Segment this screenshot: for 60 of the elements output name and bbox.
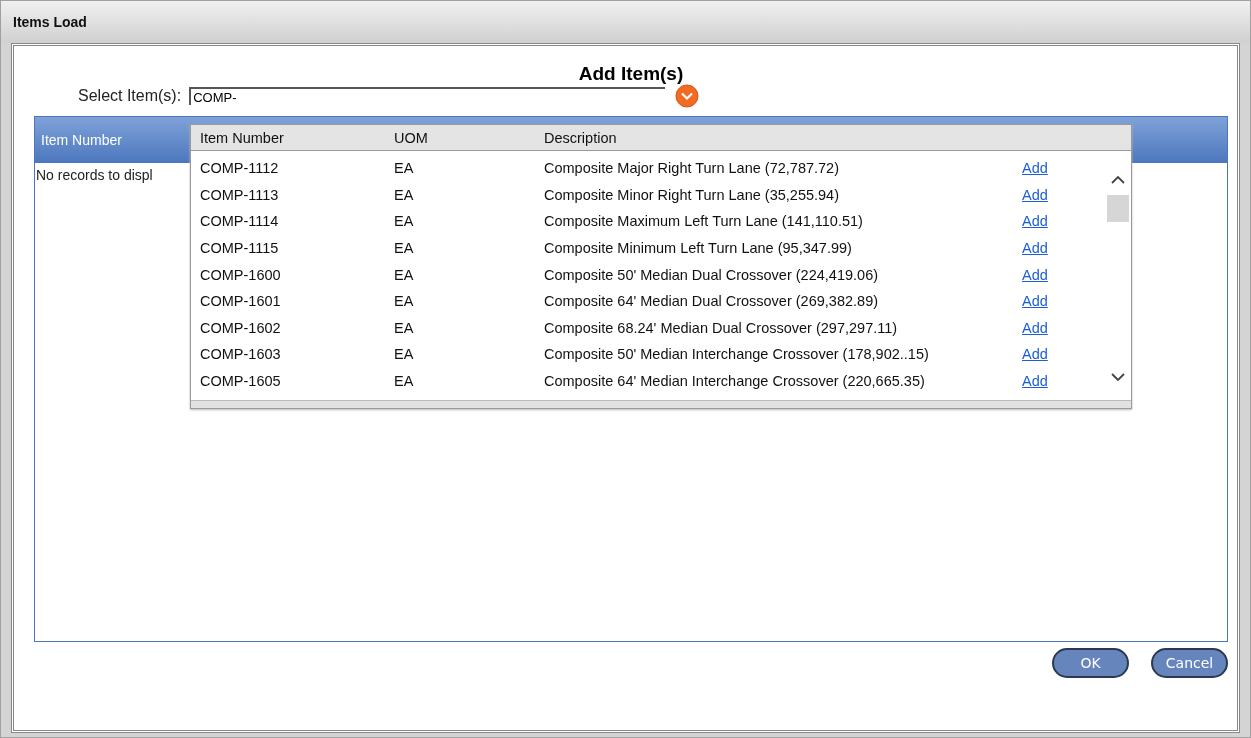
- item-number: COMP-1605: [200, 373, 282, 390]
- item-number: COMP-1115: [200, 240, 280, 257]
- item-number: COMP-1112: [200, 160, 280, 177]
- uom: EA: [394, 160, 415, 177]
- description: Composite 64' Median Interchange Crossover (220,665.35): [544, 373, 926, 390]
- uom: EA: [394, 373, 415, 390]
- horizontal-scrollbar[interactable]: [191, 400, 1131, 408]
- add-link[interactable]: Add: [1022, 160, 1048, 177]
- select-label: Select Item(s):: [78, 87, 182, 105]
- uom: EA: [394, 186, 415, 203]
- add-link[interactable]: Add: [1022, 319, 1048, 336]
- item-number: COMP-1603: [200, 346, 282, 363]
- uom: EA: [394, 213, 415, 230]
- description: Composite Major Right Turn Lane (72,787.72): [544, 160, 840, 177]
- list-row[interactable]: COMP-1605 EA Composite 64' Median Interchange Crossover (220,665.35) Add: [200, 367, 1105, 395]
- dialog-heading: Add Item(s): [577, 63, 685, 86]
- list-row[interactable]: COMP-1603 EA Composite 50' Median Interchange Crossover (178,902..15) Add: [200, 341, 1105, 368]
- description: Composite Minimum Left Turn Lane (95,347.99): [544, 240, 853, 257]
- description: Composite 50' Median Dual Crossover (224,419.06): [544, 266, 880, 283]
- item-number: COMP-1114: [200, 213, 280, 230]
- add-link[interactable]: Add: [1022, 266, 1048, 283]
- description: Composite 64' Median Dual Crossover (269,382.89): [544, 293, 880, 310]
- list-row[interactable]: COMP-1602 EA Composite 68.24' Median Dual Crossover (297,297.11) Add: [200, 314, 1105, 342]
- uom: EA: [394, 319, 415, 336]
- window-title: Items Load: [13, 14, 87, 30]
- list-row[interactable]: COMP-1112 EA Composite Major Right Turn Lane (72,787.72) Add: [200, 155, 1105, 182]
- scroll-down-icon[interactable]: [1111, 372, 1125, 382]
- item-number: COMP-1113: [200, 186, 280, 203]
- item-number: COMP-1602: [200, 319, 282, 336]
- description: Composite Minor Right Turn Lane (35,255.94): [544, 186, 840, 203]
- add-link[interactable]: Add: [1022, 213, 1048, 230]
- column-header[interactable]: Description: [544, 129, 1022, 146]
- column-header[interactable]: UOM: [394, 129, 544, 146]
- empty-message: No records to displ: [35, 166, 153, 183]
- uom: EA: [394, 266, 415, 283]
- select-field[interactable]: COMP-: [189, 87, 666, 105]
- dialog-button[interactable]: OK: [1052, 648, 1129, 678]
- add-link[interactable]: Add: [1022, 346, 1048, 363]
- dropdown-icon[interactable]: [675, 84, 700, 108]
- description: Composite 68.24' Median Dual Crossover (297,297.11): [544, 319, 899, 336]
- dialog-button[interactable]: Cancel: [1151, 648, 1228, 678]
- add-link[interactable]: Add: [1022, 240, 1048, 257]
- list-row[interactable]: COMP-1115 EA Composite Minimum Left Turn Lane (95,347.99) Add: [200, 234, 1105, 262]
- scroll-up-icon[interactable]: [1111, 175, 1125, 185]
- add-link[interactable]: Add: [1022, 186, 1048, 203]
- description: Composite 50' Median Interchange Crossover (178,902..15): [544, 346, 930, 363]
- uom: EA: [394, 346, 415, 363]
- uom: EA: [394, 293, 415, 310]
- scroll-thumb[interactable]: [1107, 195, 1129, 222]
- column-header[interactable]: Item Number: [200, 129, 394, 146]
- list-row[interactable]: COMP-1601 EA Composite 64' Median Dual Crossover (269,382.89) Add: [200, 287, 1105, 315]
- add-link[interactable]: Add: [1022, 373, 1048, 390]
- list-row[interactable]: COMP-1114 EA Composite Maximum Left Turn Lane (141,110.51) Add: [200, 208, 1105, 235]
- item-number: COMP-1601: [200, 293, 282, 310]
- list-row[interactable]: COMP-1113 EA Composite Minor Right Turn Lane (35,255.94) Add: [200, 181, 1105, 209]
- list-row[interactable]: COMP-1600 EA Composite 50' Median Dual Crossover (224,419.06) Add: [200, 261, 1105, 288]
- uom: EA: [394, 240, 415, 257]
- add-link[interactable]: Add: [1022, 293, 1048, 310]
- description: Composite Maximum Left Turn Lane (141,110.51): [544, 213, 864, 230]
- item-number: COMP-1600: [200, 266, 282, 283]
